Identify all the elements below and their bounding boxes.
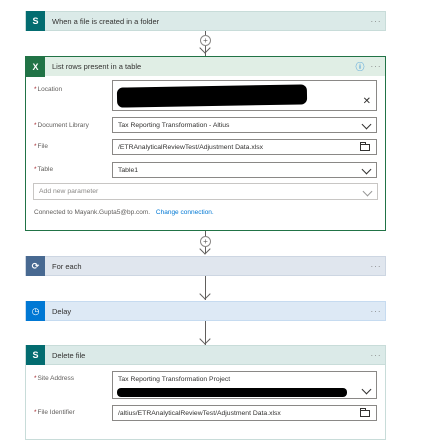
redaction-mark (117, 388, 347, 397)
chevron-down-icon (362, 386, 370, 394)
table-label: *Table (34, 166, 54, 173)
library-label: *Document Library (34, 122, 89, 129)
trigger-title: When a file is created in a folder (52, 16, 160, 26)
info-icon[interactable]: ⓘ (353, 60, 367, 73)
sharepoint-icon: S (26, 11, 45, 31)
list-rows-title: List rows present in a table (52, 62, 142, 71)
redaction-mark (116, 84, 308, 108)
delay-more-icon[interactable]: ··· (367, 307, 385, 316)
clear-icon[interactable]: ✕ (363, 96, 371, 107)
list-rows-card-header[interactable]: X List rows present in a table ⓘ ··· (25, 56, 386, 77)
trigger-more-icon[interactable]: ··· (367, 17, 385, 26)
table-dropdown[interactable]: Table1 (112, 162, 377, 178)
trigger-card-header[interactable]: S When a file is created in a folder ··· (25, 11, 386, 31)
delay-card-header[interactable]: ◷ Delay ··· (25, 301, 386, 321)
delete-file-title: Delete file (52, 350, 86, 360)
chevron-down-icon (363, 188, 371, 196)
location-label: *Location (34, 86, 63, 93)
folder-icon[interactable] (360, 141, 370, 151)
file-identifier-field[interactable]: /altius/ETRAnalyticalReviewTest/Adjustme… (112, 405, 377, 421)
delay-title: Delay (52, 306, 72, 316)
file-identifier-label: *File Identifier (34, 409, 75, 416)
add-parameter-dropdown[interactable]: Add new parameter (33, 183, 378, 200)
arrow-down-icon (199, 288, 211, 300)
chevron-down-icon (362, 121, 370, 129)
for-each-more-icon[interactable]: ··· (367, 262, 385, 271)
file-label: *File (34, 143, 49, 150)
list-rows-more-icon[interactable]: ··· (367, 62, 385, 71)
library-dropdown[interactable]: Tax Reporting Transformation - Altius (112, 117, 377, 133)
change-connection-link[interactable]: Change connection. (156, 209, 214, 216)
delete-file-more-icon[interactable]: ··· (367, 351, 385, 360)
site-address-label: *Site Address (34, 375, 75, 382)
chevron-down-icon (362, 166, 370, 174)
arrow-down-icon (199, 333, 211, 345)
sharepoint-icon: S (26, 345, 45, 365)
folder-icon[interactable] (360, 407, 370, 417)
delete-file-card-header[interactable]: S Delete file ··· (25, 345, 386, 365)
for-each-card-header[interactable]: ⟳ For each ··· (25, 256, 386, 276)
for-each-title: For each (52, 261, 82, 271)
file-field[interactable]: /ETRAnalyticalReviewTest/Adjustment Data… (112, 139, 377, 155)
clock-icon: ◷ (26, 301, 45, 321)
loop-icon: ⟳ (26, 256, 45, 276)
connected-text: Connected to Mayank.Gupta5@bp.com. (34, 209, 151, 216)
excel-icon: X (26, 56, 45, 77)
connection-info: Connected to Mayank.Gupta5@bp.com. Chang… (34, 209, 214, 216)
